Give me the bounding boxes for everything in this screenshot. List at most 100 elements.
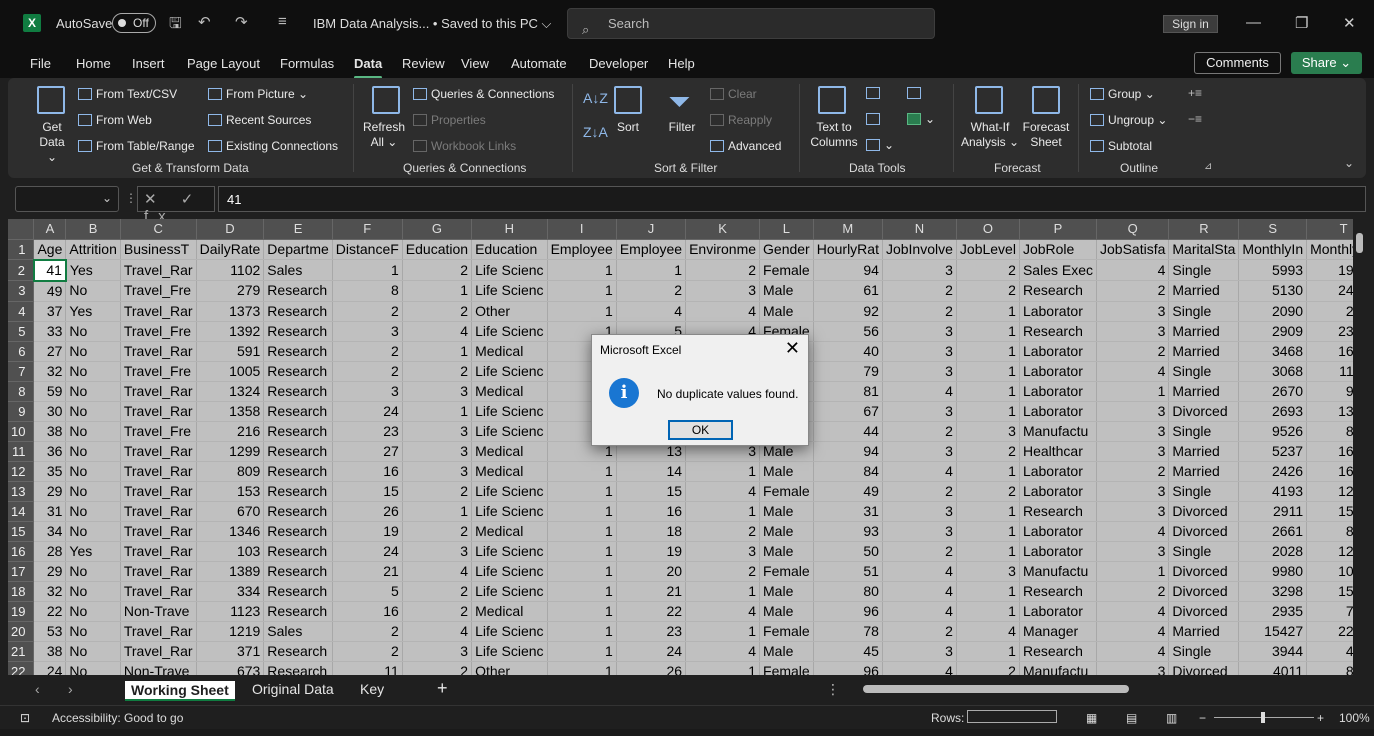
cell[interactable]: 2911	[1238, 501, 1308, 522]
cell[interactable]: Laborator	[1019, 341, 1098, 362]
cell[interactable]: No	[65, 601, 121, 622]
cell[interactable]: 96	[813, 661, 883, 675]
cell[interactable]: Research	[263, 341, 333, 362]
cell[interactable]: 1	[956, 541, 1020, 562]
cell[interactable]: 38	[33, 641, 67, 662]
cell[interactable]: 3	[685, 541, 761, 562]
cell[interactable]: 2	[882, 421, 957, 442]
cell[interactable]: 79	[813, 361, 883, 382]
row-header[interactable]: 17	[8, 561, 35, 582]
close-icon[interactable]: ✕	[785, 338, 800, 359]
cell[interactable]: Education	[402, 239, 473, 260]
cell[interactable]: 1	[547, 561, 617, 582]
cell[interactable]: 1	[332, 259, 403, 281]
column-header[interactable]: C	[120, 219, 197, 240]
clear-button[interactable]: Clear	[710, 87, 757, 101]
cell[interactable]: 2	[402, 361, 473, 382]
cell[interactable]: Travel_Rar	[120, 621, 197, 642]
cell[interactable]: 28	[33, 541, 67, 562]
cell[interactable]: 56	[813, 321, 883, 342]
forecast-sheet-button[interactable]: Forecast Sheet	[1022, 120, 1070, 150]
close-window-icon[interactable]: ✕	[1343, 14, 1356, 32]
cell[interactable]: 34	[33, 521, 67, 542]
cell[interactable]: 22	[33, 601, 67, 622]
cell[interactable]: Male	[759, 461, 814, 482]
cell[interactable]: 30	[33, 401, 67, 422]
cell[interactable]: 334	[196, 581, 265, 602]
column-header[interactable]: E	[263, 219, 333, 240]
vertical-scrollbar[interactable]	[1353, 219, 1366, 675]
cell[interactable]: Education	[471, 239, 548, 260]
sheet-table[interactable]: ABCDEFGHIJKLMNOPQRSTU1AgeAttritionBusine…	[8, 219, 1353, 675]
cell[interactable]: 2	[332, 621, 403, 642]
cell[interactable]: 53	[33, 621, 67, 642]
cell[interactable]: 3	[882, 501, 957, 522]
cell[interactable]: Divorced	[1168, 561, 1240, 582]
zoom-in-icon[interactable]: +	[1317, 711, 1324, 725]
cell[interactable]: Life Scienc	[471, 541, 548, 562]
cell[interactable]: Laborator	[1019, 521, 1098, 542]
cell[interactable]: 29	[33, 481, 67, 502]
cell[interactable]: 51	[813, 561, 883, 582]
cell[interactable]: Travel_Rar	[120, 501, 197, 522]
cell[interactable]: 1219	[196, 621, 265, 642]
cell[interactable]: Medical	[471, 381, 548, 402]
cell[interactable]: 22	[616, 601, 687, 622]
refresh-all-button[interactable]: Refresh All ⌄	[360, 120, 408, 150]
cell[interactable]: 59	[33, 381, 67, 402]
existing-connections-button[interactable]: Existing Connections	[208, 139, 338, 153]
autosave-toggle[interactable]: Off	[112, 13, 156, 33]
cell[interactable]: 49	[813, 481, 883, 502]
cell[interactable]: Research	[263, 301, 333, 322]
cell[interactable]: 4	[402, 321, 473, 342]
row-header[interactable]: 22	[8, 661, 35, 675]
cell[interactable]: Laborator	[1019, 361, 1098, 382]
cell[interactable]: 4	[882, 561, 957, 582]
cell[interactable]: Male	[759, 501, 814, 522]
cell[interactable]: 3298	[1238, 581, 1308, 602]
cell[interactable]: 40	[813, 341, 883, 362]
cell[interactable]: No	[65, 581, 121, 602]
cell[interactable]: Travel_Rar	[120, 301, 197, 322]
cell[interactable]: Research	[1019, 641, 1098, 662]
cell[interactable]: 4	[1096, 521, 1170, 542]
flash-fill-icon[interactable]	[866, 86, 884, 100]
cell[interactable]: 1	[956, 521, 1020, 542]
cell[interactable]: Research	[263, 401, 333, 422]
cell[interactable]: 5237	[1238, 441, 1308, 462]
formula-input[interactable]: 41	[218, 186, 1366, 212]
cell[interactable]: No	[65, 361, 121, 382]
cell[interactable]: Non-Trave	[120, 661, 197, 675]
cell[interactable]: 9964	[1306, 381, 1353, 402]
row-header[interactable]: 1	[8, 239, 35, 260]
get-data-button[interactable]: Get Data ⌄	[34, 120, 70, 165]
cell[interactable]: 1	[956, 341, 1020, 362]
menu-page-layout[interactable]: Page Layout	[187, 56, 260, 71]
cell[interactable]: 11864	[1306, 361, 1353, 382]
cell[interactable]: Yes	[65, 301, 121, 322]
cell[interactable]: 1324	[196, 381, 265, 402]
cell[interactable]: Employee	[616, 239, 687, 260]
cell[interactable]: Gender	[759, 239, 814, 260]
cell[interactable]: 14	[616, 461, 687, 482]
cell[interactable]: 1	[402, 401, 473, 422]
cell[interactable]: Laborator	[1019, 601, 1098, 622]
cell[interactable]: Travel_Fre	[120, 280, 197, 302]
cell[interactable]: Travel_Rar	[120, 441, 197, 462]
cell[interactable]: 673	[196, 661, 265, 675]
cell[interactable]: No	[65, 441, 121, 462]
row-header[interactable]: 9	[8, 401, 35, 422]
accessibility-status[interactable]: Accessibility: Good to go	[52, 711, 183, 725]
cell[interactable]: JobInvolve	[882, 239, 957, 260]
cell[interactable]: Travel_Fre	[120, 361, 197, 382]
sign-in-button[interactable]: Sign in	[1163, 15, 1218, 33]
workbook-links-button[interactable]: Workbook Links	[413, 139, 516, 153]
cell[interactable]: Research	[263, 280, 333, 302]
cell[interactable]: 2	[402, 301, 473, 322]
cell[interactable]: 3	[882, 259, 957, 281]
cell[interactable]: 1373	[196, 301, 265, 322]
row-header[interactable]: 4	[8, 301, 35, 322]
cell[interactable]: Male	[759, 581, 814, 602]
data-validation-icon[interactable]: ⌄	[866, 138, 894, 152]
minimize-icon[interactable]: —	[1246, 14, 1261, 31]
